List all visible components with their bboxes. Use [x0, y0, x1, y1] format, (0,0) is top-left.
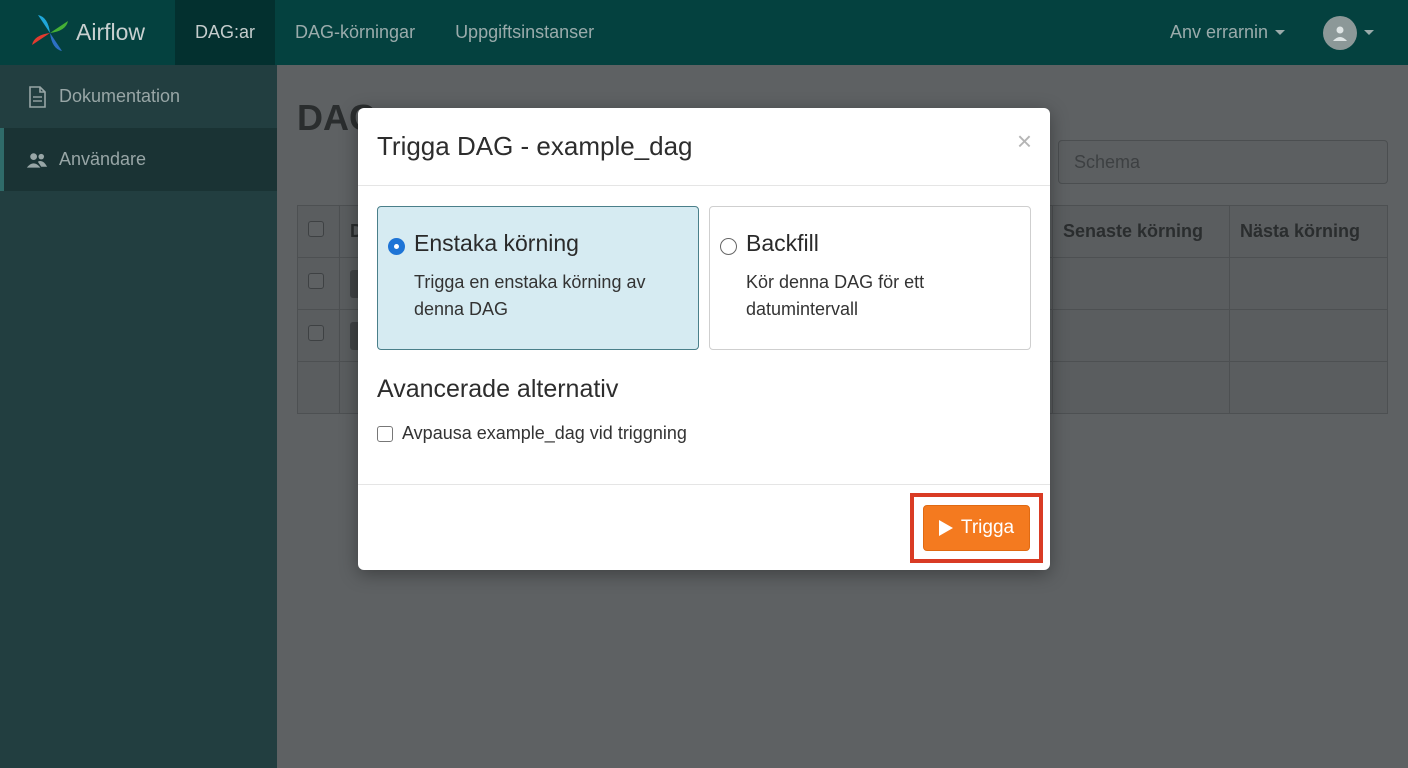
- select-all-checkbox[interactable]: [308, 221, 324, 237]
- user-menu-label: Anv errarnin: [1169, 22, 1268, 42]
- radio-backfill[interactable]: [720, 238, 737, 255]
- option-backfill[interactable]: Backfill Kör denna DAG för ett datuminte…: [709, 206, 1031, 350]
- column-header-last-run[interactable]: Senaste körning: [1052, 205, 1230, 258]
- user-menu[interactable]: Anv errarnin: [1170, 22, 1285, 43]
- chevron-down-icon: [1275, 30, 1285, 35]
- sidebar: Dokumentation Användare: [0, 65, 277, 768]
- table-cell: [1229, 361, 1388, 414]
- chevron-down-icon: [1364, 30, 1374, 35]
- row-checkbox[interactable]: [308, 273, 324, 289]
- table-cell: [297, 361, 340, 414]
- brand[interactable]: Airflow: [0, 0, 175, 65]
- nav-dags[interactable]: DAG:ar: [175, 0, 276, 65]
- select-all-cell: [297, 205, 340, 258]
- sidebar-item-label: Dokumentation: [59, 86, 181, 106]
- row-select-cell: [297, 257, 340, 310]
- sidebar-item-users[interactable]: Användare: [0, 128, 277, 191]
- table-cell: [1052, 361, 1230, 414]
- option-title: Backfill: [746, 230, 819, 256]
- radio-single-run[interactable]: [388, 238, 405, 255]
- unpause-checkbox[interactable]: [377, 425, 393, 442]
- option-description: Trigga en enstaka körning av denna DAG: [414, 272, 646, 319]
- row-checkbox[interactable]: [308, 325, 324, 341]
- document-icon: [26, 85, 48, 108]
- highlight-box: Trigga: [910, 493, 1043, 563]
- table-cell: [1229, 257, 1388, 310]
- search-input[interactable]: Schema: [1058, 140, 1388, 184]
- modal-header: Trigga DAG - example_dag ×: [358, 108, 1050, 186]
- close-icon[interactable]: ×: [1017, 128, 1032, 154]
- table-cell: [1052, 257, 1230, 310]
- avatar-menu[interactable]: [1323, 15, 1374, 50]
- sidebar-item-label: Användare: [59, 149, 147, 169]
- nav-task-instances[interactable]: Uppgiftsinstanser: [435, 0, 614, 65]
- brand-text: Airflow: [76, 19, 146, 45]
- trigger-dag-modal: Trigga DAG - example_dag × Enstaka körni…: [358, 108, 1050, 570]
- modal-title: Trigga DAG - example_dag: [377, 131, 693, 161]
- row-select-cell: [297, 309, 340, 362]
- unpause-label: Avpausa example_dag vid triggning: [402, 423, 687, 443]
- modal-footer: Trigga: [358, 484, 1050, 570]
- user-icon: [1333, 26, 1347, 41]
- column-header-next-run[interactable]: Nästa körning: [1229, 205, 1388, 258]
- option-single-run[interactable]: Enstaka körning Trigga en enstaka körnin…: [377, 206, 699, 350]
- unpause-option[interactable]: Avpausa example_dag vid triggning: [377, 423, 687, 444]
- advanced-options-heading: Avancerade alternativ: [377, 375, 619, 403]
- airflow-logo-icon: [32, 14, 68, 51]
- sidebar-item-documentation[interactable]: Dokumentation: [0, 65, 277, 128]
- trigger-button[interactable]: Trigga: [923, 505, 1030, 551]
- nav-dag-runs[interactable]: DAG-körningar: [275, 0, 435, 65]
- nav-right: Anv errarnin: [1170, 0, 1408, 65]
- table-cell: [1229, 309, 1388, 362]
- users-icon: [26, 149, 48, 171]
- table-cell: [1052, 309, 1230, 362]
- avatar: [1323, 15, 1357, 50]
- option-title: Enstaka körning: [414, 230, 579, 256]
- trigger-button-label: Trigga: [960, 517, 1015, 538]
- top-navbar: Airflow DAG:ar DAG-körningar Uppgiftsins…: [0, 0, 1408, 65]
- option-description: Kör denna DAG för ett datumintervall: [746, 272, 925, 319]
- play-icon: [938, 520, 953, 536]
